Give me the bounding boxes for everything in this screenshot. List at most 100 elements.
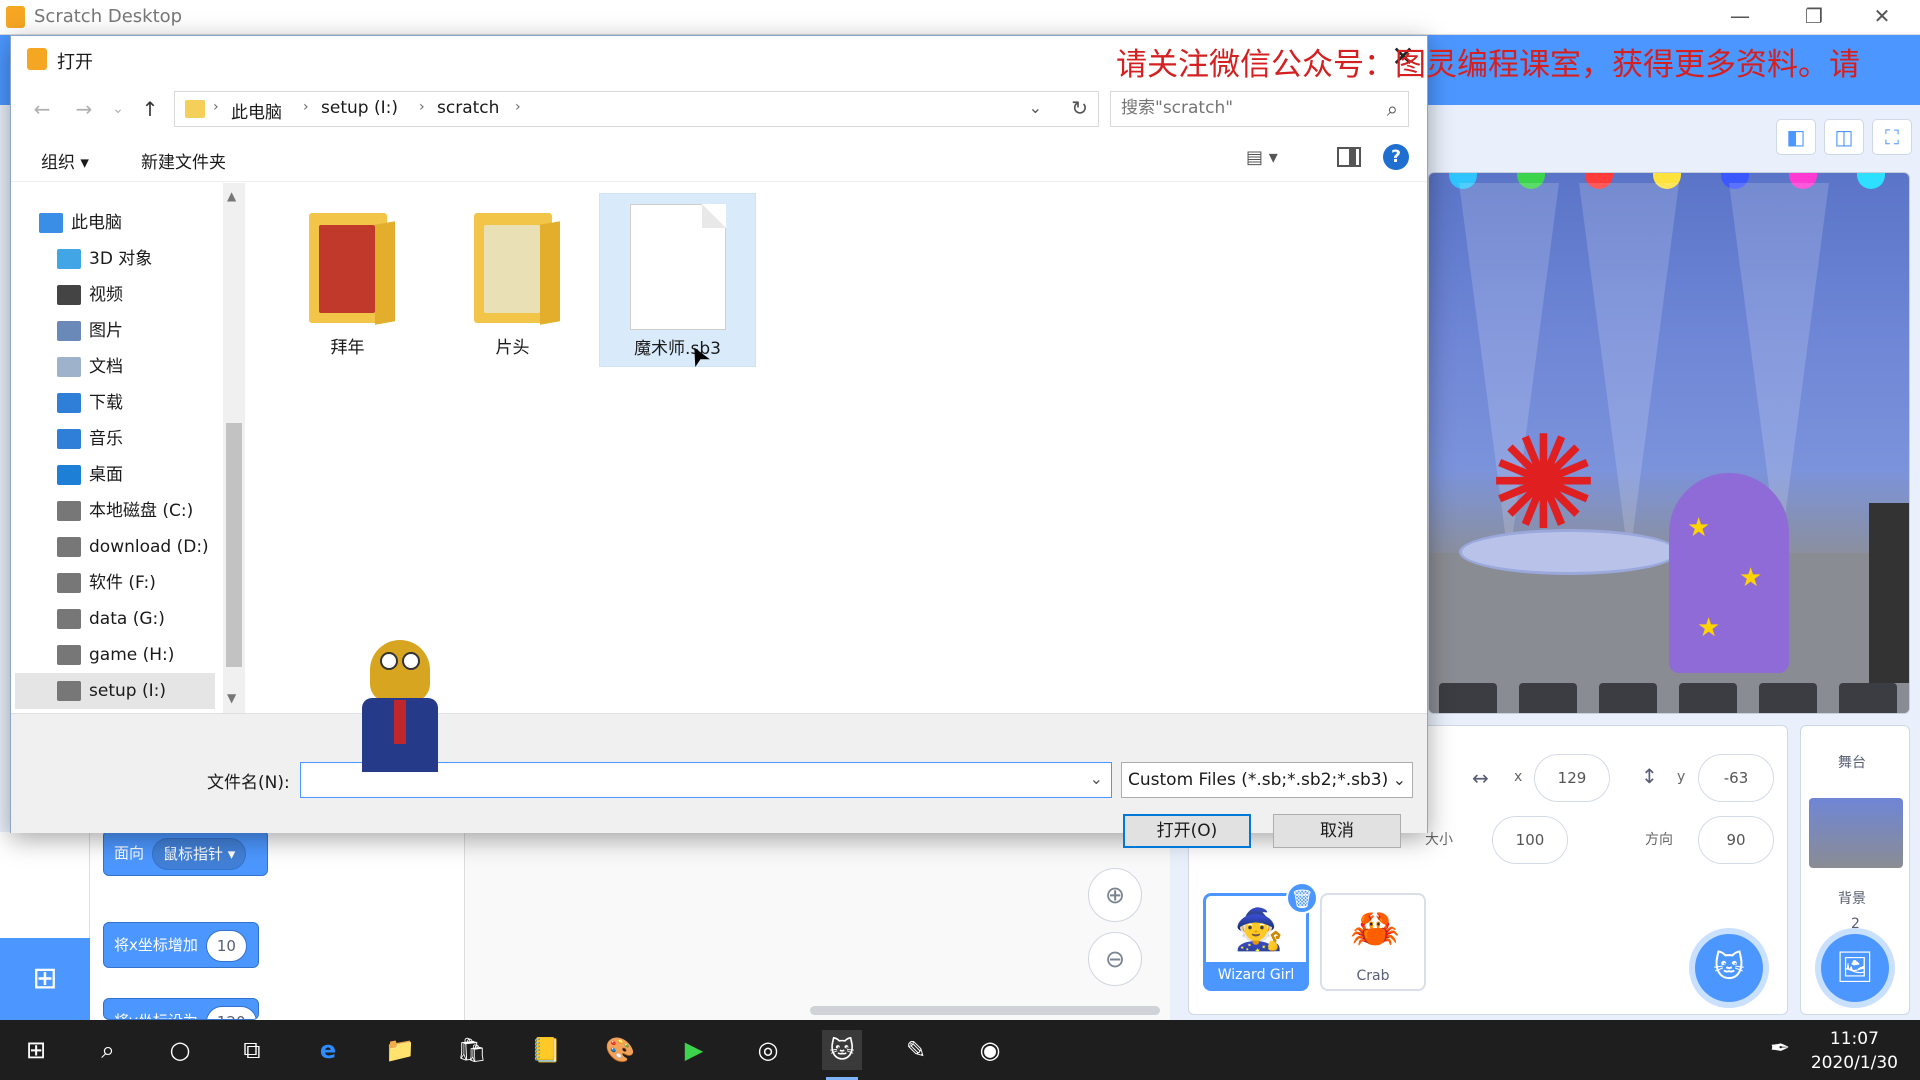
direction-input[interactable]: 90 [1698,816,1774,864]
tree-item[interactable]: data (G:) [57,601,241,637]
add-sprite-button[interactable]: 🐱 [1695,934,1763,1002]
crab-thumbnail: 🦀 [1350,906,1400,952]
zoom-in-button[interactable]: ⊕ [1088,868,1142,922]
download-icon [57,393,81,413]
tree-item[interactable]: game (H:) [57,637,241,673]
block-dropdown[interactable]: 鼠标指针 ▾ [152,837,247,870]
workspace-scrollbar[interactable] [810,1006,1160,1015]
scratch-taskbar-icon[interactable]: 🐱 [822,1030,862,1080]
tree-item[interactable]: download (D:) [57,529,241,565]
file-explorer-icon[interactable]: 📁 [380,1030,420,1070]
scroll-up-icon[interactable]: ▲ [227,189,236,203]
tree-item[interactable]: 图片 [57,313,241,349]
small-stage-button[interactable]: ◧ [1776,119,1816,155]
new-folder-button[interactable]: 新建文件夹 [141,148,226,173]
file-item-folder-bainian[interactable]: 拜年 [269,193,426,367]
add-extension-button[interactable]: ⊞ [0,938,90,1020]
back-button[interactable]: ← [27,94,57,124]
minimize-button[interactable]: — [1710,2,1770,32]
breadcrumb-separator: › [419,99,425,115]
media-player-icon[interactable]: ▶ [674,1030,714,1070]
audience-seat [1759,683,1817,713]
preview-pane-button[interactable] [1337,147,1361,167]
navigation-scrollbar[interactable]: ▲ ▼ [223,183,245,713]
address-dropdown-button[interactable]: ⌄ [1029,98,1042,117]
octopus-head [370,640,430,702]
system-clock[interactable]: 11:07 2020/1/30 [1811,1027,1898,1075]
search-icon[interactable]: ⌕ [1387,97,1398,121]
forward-button[interactable]: → [69,94,99,124]
octopus-eye [402,652,420,670]
breadcrumb-this-pc[interactable]: 此电脑 [231,98,282,123]
start-icon[interactable]: ⊞ [16,1030,56,1070]
camera-app-icon[interactable]: ◉ [970,1030,1010,1070]
file-item-magician-sb3[interactable]: 魔术师.sb3 [599,193,756,367]
x-input[interactable]: 129 [1534,754,1610,802]
recent-locations-button[interactable]: ⌄ [103,94,133,124]
y-input[interactable]: -63 [1698,754,1774,802]
fullscreen-button[interactable]: ⛶ [1872,119,1912,155]
tree-item-label: download (D:) [89,537,209,557]
pen-app-icon[interactable]: ✎ [896,1030,936,1070]
pen-tray-icon[interactable]: ✒ [1770,1034,1790,1062]
restore-button[interactable]: ❐ [1784,2,1844,32]
file-name: 拜年 [330,338,365,358]
filename-dropdown-icon[interactable]: ⌄ [1090,769,1103,788]
breadcrumb-scratch[interactable]: scratch [437,98,499,118]
sprite-tile-crab[interactable]: 🦀 Crab [1320,893,1426,991]
tree-item[interactable]: 桌面 [57,457,241,493]
tree-item-label: 3D 对象 [89,249,153,269]
tree-item[interactable]: 文档 [57,349,241,385]
search-icon[interactable]: ⌕ [88,1030,128,1070]
filetype-select[interactable]: Custom Files (*.sb;*.sb2;*.sb3) ⌄ [1121,762,1413,798]
file-item-folder-piantou[interactable]: 片头 [434,193,591,367]
size-input[interactable]: 100 [1492,816,1568,864]
cortana-icon[interactable]: ○ [160,1030,200,1070]
cancel-button[interactable]: 取消 [1273,814,1401,848]
tree-item-label: 视频 [89,285,123,305]
task-view-icon[interactable]: ⧉ [232,1030,272,1070]
block-change-x[interactable]: 将x坐标增加 10 [103,922,259,968]
up-folder-button[interactable]: ↑ [135,94,165,124]
scrollbar-thumb[interactable] [226,423,242,667]
stage-canvas[interactable]: ✺ ★ ★ ★ [1428,172,1910,714]
paint-icon[interactable]: 🎨 [600,1030,640,1070]
trash-icon[interactable]: 🗑 [1286,882,1318,914]
organize-menu[interactable]: 组织 ▾ [41,148,89,173]
block-number-input[interactable]: 120 [205,1005,257,1019]
notebook-icon[interactable]: 📒 [526,1030,566,1070]
document-icon [630,204,726,330]
open-button[interactable]: 打开(O) [1123,814,1251,848]
tree-item[interactable]: 本地磁盘 (C:) [57,493,241,529]
search-input[interactable] [1121,98,1361,118]
scroll-down-icon[interactable]: ▼ [227,691,236,705]
normal-stage-button[interactable]: ◫ [1824,119,1864,155]
add-backdrop-button[interactable]: 🖼 [1821,934,1889,1002]
address-bar[interactable]: › 此电脑 › setup (I:) › scratch › ⌄ ↻ [174,91,1099,127]
breadcrumb-setup-drive[interactable]: setup (I:) [321,98,398,118]
tree-item[interactable]: 软件 (F:) [57,565,241,601]
block-number-input[interactable]: 10 [205,929,247,962]
edge-icon[interactable]: e [308,1030,348,1070]
document-icon [57,357,81,377]
close-window-button[interactable]: ✕ [1852,2,1912,32]
search-box[interactable]: ⌕ [1110,91,1409,127]
obs-icon[interactable]: ◎ [748,1030,788,1070]
tree-item[interactable]: 视频 [57,277,241,313]
zoom-out-button[interactable]: ⊖ [1088,932,1142,986]
navigation-pane: 此电脑 3D 对象 视频 图片 文档 下载 音乐 桌面 本地磁盘 (C:) download (D… [11,183,223,713]
tree-item[interactable]: setup (I:) [15,673,215,709]
sprite-tile-wizard-girl[interactable]: 🧙 Wizard Girl 🗑 [1203,882,1318,991]
block-set-y[interactable]: 将y坐标设为 120 [103,998,259,1020]
refresh-icon[interactable]: ↻ [1071,96,1088,120]
help-button[interactable]: ? [1383,144,1409,170]
tree-item[interactable]: 此电脑 [39,205,223,241]
tree-item[interactable]: 音乐 [57,421,241,457]
change-view-button[interactable]: ▤ ▾ [1246,147,1278,168]
chevron-down-icon: ⌄ [1388,763,1406,797]
tree-item[interactable]: 下载 [57,385,241,421]
store-icon[interactable]: 🛍 [452,1030,492,1070]
block-point-towards[interactable]: 面向 鼠标指针 ▾ [103,830,268,876]
x-arrows-icon: ↔ [1472,766,1489,790]
tree-item[interactable]: 3D 对象 [57,241,241,277]
